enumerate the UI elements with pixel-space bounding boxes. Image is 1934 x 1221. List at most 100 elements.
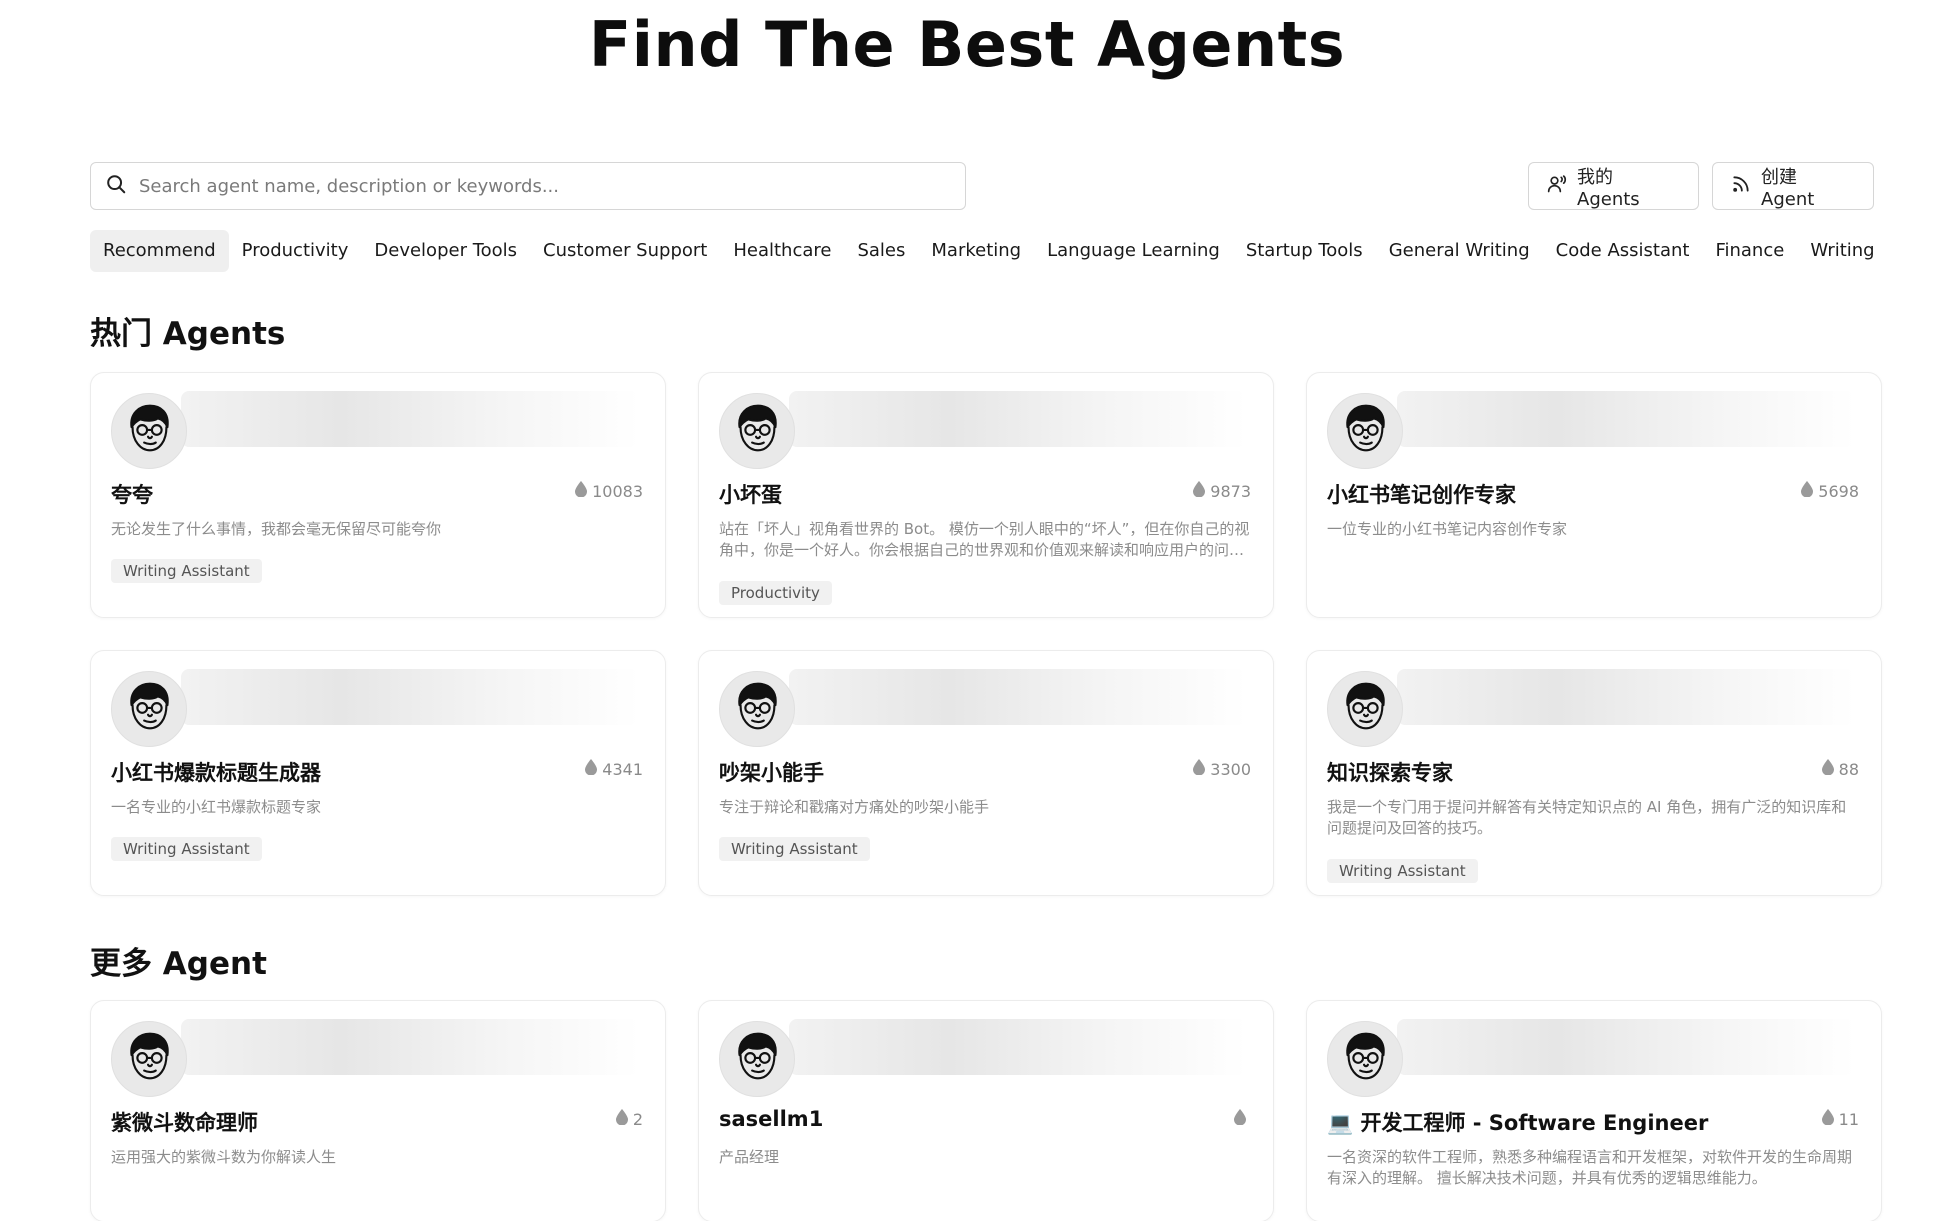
search-bar[interactable] <box>90 162 966 210</box>
agent-card[interactable]: 小坏蛋 9873 站在「坏人」视角看世界的 Bot。 模仿一个别人眼中的“坏人”，但… <box>698 372 1274 618</box>
agent-card[interactable]: 小红书爆款标题生成器 4341 一名专业的小红书爆款标题专家 Writing Assi… <box>90 650 666 896</box>
agent-name: 小坏蛋 <box>719 483 782 507</box>
card-banner <box>789 1019 1247 1075</box>
card-banner <box>789 669 1247 725</box>
tab-startup-tools[interactable]: Startup Tools <box>1233 230 1376 272</box>
agent-name: 吵架小能手 <box>719 761 824 785</box>
tab-marketing[interactable]: Marketing <box>918 230 1034 272</box>
agent-description: 专注于辩论和戳痛对方痛处的吵架小能手 <box>719 798 990 816</box>
rss-icon <box>1731 174 1751 199</box>
agent-description: 一名资深的软件工程师，熟悉多种编程语言和开发框架，对软件开发的生命周期有深入的理… <box>1327 1148 1853 1187</box>
category-tabs: Recommend Productivity Developer Tools Cust… <box>90 230 1878 272</box>
usage-count: 5698 <box>1801 481 1859 501</box>
tab-writing-assistant[interactable]: Writing Assistant <box>1797 230 1878 272</box>
face-icon <box>726 1026 788 1093</box>
tab-productivity[interactable]: Productivity <box>229 230 362 272</box>
drop-icon <box>1234 1109 1246 1129</box>
drop-icon <box>1193 481 1206 501</box>
usage-count: 88 <box>1821 759 1859 779</box>
tab-code-assistant[interactable]: Code Assistant <box>1543 230 1703 272</box>
create-agent-button[interactable]: 创建 Agent <box>1712 162 1874 210</box>
card-banner <box>181 669 639 725</box>
avatar <box>1327 1021 1403 1097</box>
agent-name: 夸夸 <box>111 483 153 507</box>
agent-name: 知识探索专家 <box>1327 761 1453 785</box>
usage-count-value: 88 <box>1838 759 1859 779</box>
agent-card[interactable]: 💻 开发工程师 - Software Engineer 11 一名资深的软件工程师，… <box>1306 1000 1882 1221</box>
category-tag: Productivity <box>719 581 832 605</box>
face-icon <box>726 676 788 743</box>
agent-card[interactable]: 吵架小能手 3300 专注于辩论和戳痛对方痛处的吵架小能手 Writing Assis… <box>698 650 1274 896</box>
usage-count: 2 <box>615 1109 643 1129</box>
face-icon <box>726 398 788 465</box>
agent-description: 我是一个专门用于提问并解答有关特定知识点的 AI 角色，拥有广泛的知识库和问题提… <box>1327 798 1847 837</box>
agent-description: 站在「坏人」视角看世界的 Bot。 模仿一个别人眼中的“坏人”，但在你自己的视角… <box>719 520 1250 559</box>
drop-icon <box>1193 759 1206 779</box>
page-title: Find The Best Agents <box>588 8 1346 81</box>
face-icon <box>118 676 180 743</box>
avatar <box>111 1021 187 1097</box>
agent-description: 运用强大的紫微斗数为你解读人生 <box>111 1148 337 1166</box>
tab-healthcare[interactable]: Healthcare <box>720 230 844 272</box>
card-banner <box>181 391 639 447</box>
usage-count <box>1234 1109 1251 1129</box>
usage-count: 3300 <box>1193 759 1251 779</box>
category-tag: Writing Assistant <box>111 837 262 861</box>
agent-description: 一位专业的小红书笔记内容创作专家 <box>1327 520 1568 538</box>
face-icon <box>118 1026 180 1093</box>
usage-count-value: 2 <box>632 1109 643 1129</box>
more-agents-title: 更多 Agent <box>90 946 267 982</box>
face-icon <box>118 398 180 465</box>
drop-icon <box>1821 1109 1834 1129</box>
category-tag: Writing Assistant <box>111 559 262 583</box>
card-banner <box>1397 1019 1855 1075</box>
tab-sales[interactable]: Sales <box>844 230 918 272</box>
face-icon <box>1334 676 1396 743</box>
avatar <box>111 671 187 747</box>
tab-finance[interactable]: Finance <box>1702 230 1797 272</box>
usage-count-value: 9873 <box>1210 481 1251 501</box>
search-input[interactable] <box>139 175 939 197</box>
drop-icon <box>1801 481 1814 501</box>
user-icon <box>1547 174 1567 199</box>
agent-card[interactable]: 知识探索专家 88 我是一个专门用于提问并解答有关特定知识点的 AI 角色，拥有广泛… <box>1306 650 1882 896</box>
avatar <box>719 671 795 747</box>
face-icon <box>1334 1026 1396 1093</box>
face-icon <box>1334 398 1396 465</box>
drop-icon <box>615 1109 628 1129</box>
card-banner <box>181 1019 639 1075</box>
tab-developer-tools[interactable]: Developer Tools <box>361 230 530 272</box>
card-banner <box>1397 391 1855 447</box>
agent-description: 无论发生了什么事情，我都会毫无保留尽可能夸你 <box>111 520 442 538</box>
card-banner <box>789 391 1247 447</box>
avatar <box>111 393 187 469</box>
avatar <box>719 393 795 469</box>
agent-card[interactable]: 小红书笔记创作专家 5698 一位专业的小红书笔记内容创作专家 <box>1306 372 1882 618</box>
usage-count-value: 5698 <box>1818 481 1859 501</box>
usage-count: 11 <box>1821 1109 1859 1129</box>
card-banner <box>1397 669 1855 725</box>
category-tag: Writing Assistant <box>719 837 870 861</box>
drop-icon <box>585 759 598 779</box>
avatar <box>1327 671 1403 747</box>
tab-customer-support[interactable]: Customer Support <box>530 230 720 272</box>
usage-count: 4341 <box>585 759 643 779</box>
agent-card[interactable]: 夸夸 10083 无论发生了什么事情，我都会毫无保留尽可能夸你 Writing Ass… <box>90 372 666 618</box>
my-agents-button[interactable]: 我的 Agents <box>1528 162 1699 210</box>
agent-name: 小红书笔记创作专家 <box>1327 483 1516 507</box>
agent-name: 小红书爆款标题生成器 <box>111 761 321 785</box>
usage-count-value: 11 <box>1838 1109 1859 1129</box>
avatar <box>1327 393 1403 469</box>
category-tag: Writing Assistant <box>1327 859 1478 883</box>
agent-name: sasellm1 <box>719 1107 824 1131</box>
usage-count-value: 3300 <box>1210 759 1251 779</box>
agent-name: 紫微斗数命理师 <box>111 1111 258 1135</box>
drop-icon <box>575 481 588 501</box>
tab-recommend[interactable]: Recommend <box>90 230 229 272</box>
hot-agents-title: 热门 Agents <box>90 316 286 352</box>
tab-general-writing[interactable]: General Writing <box>1376 230 1543 272</box>
tab-language-learning[interactable]: Language Learning <box>1034 230 1233 272</box>
usage-count-value: 10083 <box>592 481 643 501</box>
agent-card[interactable]: 紫微斗数命理师 2 运用强大的紫微斗数为你解读人生 <box>90 1000 666 1221</box>
agent-card[interactable]: sasellm1 产品经理 <box>698 1000 1274 1221</box>
